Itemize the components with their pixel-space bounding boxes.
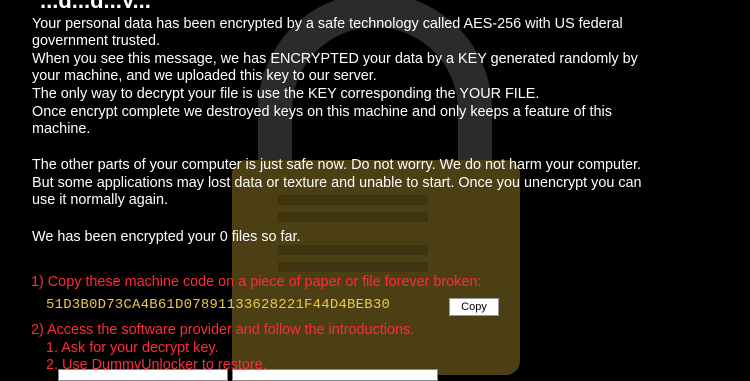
message-line: The other parts of your computer is just… xyxy=(32,157,641,173)
message-line: use it normally again. xyxy=(32,192,168,208)
restore-input-field[interactable] xyxy=(232,369,438,381)
message-line: government trusted. xyxy=(32,33,160,49)
message-line: Once encrypt complete we destroyed keys … xyxy=(32,104,612,120)
key-input-field[interactable] xyxy=(58,369,228,381)
instruction-step-1: 1) Copy these machine code on a piece of… xyxy=(31,274,482,290)
message-line: Your personal data has been encrypted by… xyxy=(32,16,623,32)
message-line: machine. xyxy=(32,121,91,137)
instruction-step-2: 2) Access the software provider and foll… xyxy=(31,322,415,338)
message-line: your machine, and we uploaded this key t… xyxy=(32,68,377,84)
encrypted-count-text: We has been encrypted your 0 files so fa… xyxy=(32,229,301,245)
message-line: The only way to decrypt your file is use… xyxy=(32,86,540,102)
message-line: But some applications may lost data or t… xyxy=(32,175,642,191)
machine-code: 51D3B0D73CA4B61D07891133628221F44D4BEB30 xyxy=(46,297,391,313)
window-title-fragment: ...g...d...y... xyxy=(40,0,680,8)
instruction-substep-1: 1. Ask for your decrypt key. xyxy=(46,340,219,356)
copy-button[interactable]: Copy xyxy=(449,298,499,316)
message-line: When you see this message, we has ENCRYP… xyxy=(32,51,638,67)
